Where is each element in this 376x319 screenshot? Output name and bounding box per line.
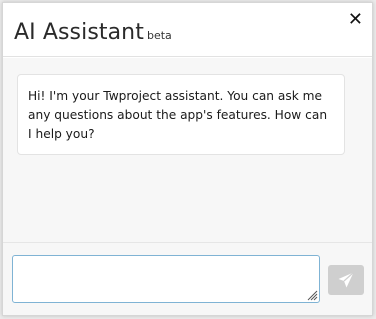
close-button[interactable]: ✕	[348, 9, 363, 31]
dialog-title: AI Assistant beta	[14, 20, 172, 45]
assistant-message: Hi! I'm your Twproject assistant. You ca…	[17, 74, 345, 155]
send-button[interactable]	[328, 265, 364, 295]
dialog-header: AI Assistant beta ✕	[3, 3, 372, 57]
chat-area: Hi! I'm your Twproject assistant. You ca…	[3, 58, 372, 242]
resize-grip-icon[interactable]	[307, 290, 318, 301]
message-input[interactable]	[12, 255, 320, 303]
beta-badge: beta	[146, 29, 172, 42]
paper-plane-icon	[338, 272, 354, 288]
close-icon: ✕	[347, 9, 363, 30]
ai-assistant-dialog: AI Assistant beta ✕ Hi! I'm your Twprojec…	[2, 2, 373, 316]
message-composer	[3, 242, 372, 315]
dialog-title-text: AI Assistant	[14, 20, 144, 45]
assistant-message-text: Hi! I'm your Twproject assistant. You ca…	[28, 89, 328, 141]
